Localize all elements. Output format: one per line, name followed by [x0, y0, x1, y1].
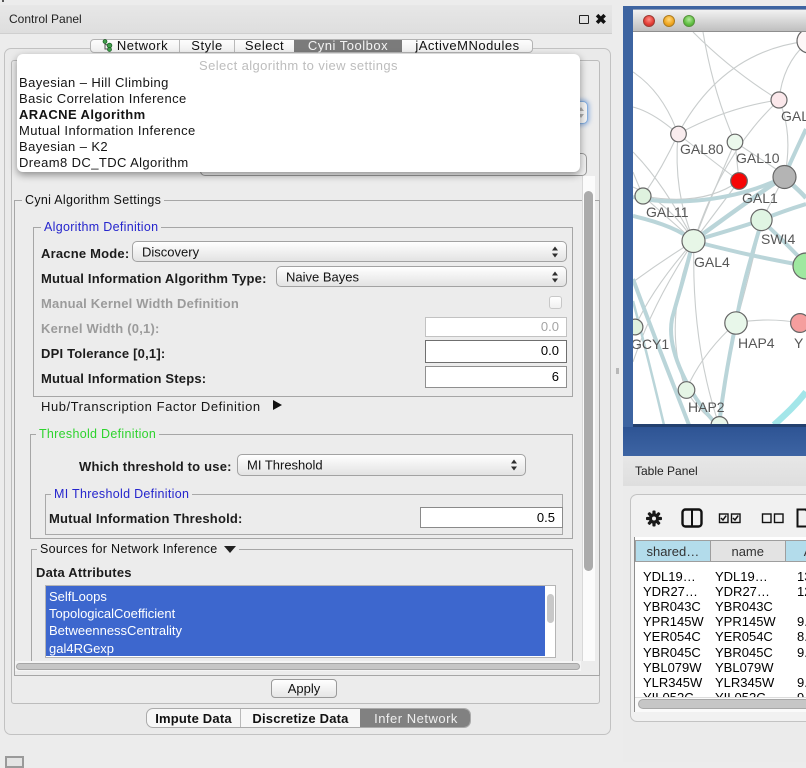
svg-text:GAL11: GAL11	[646, 204, 689, 220]
svg-text:GAL10: GAL10	[736, 150, 780, 166]
svg-text:GAL80: GAL80	[680, 141, 724, 157]
svg-text:Y: Y	[794, 335, 804, 351]
svg-text:HAP4: HAP4	[738, 335, 775, 351]
svg-text:HAP2: HAP2	[688, 399, 725, 415]
svg-text:GAL4: GAL4	[694, 254, 730, 270]
svg-text:GAL7: GAL7	[781, 108, 806, 124]
svg-text:GCY1: GCY1	[633, 336, 669, 352]
svg-text:GAL1: GAL1	[742, 190, 778, 206]
svg-text:SWI4: SWI4	[761, 231, 795, 247]
